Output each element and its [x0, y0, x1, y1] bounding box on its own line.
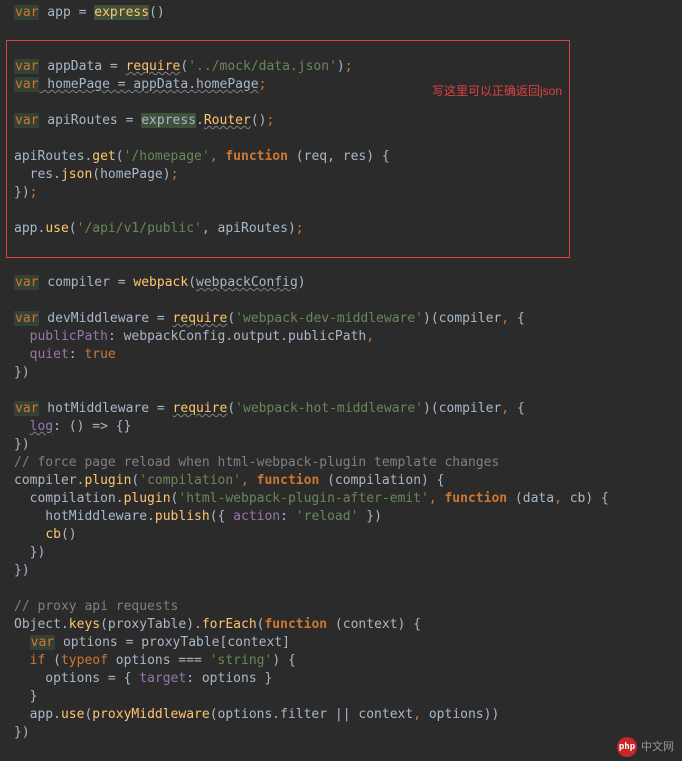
code-line [14, 22, 682, 40]
code-line: app.use(proxyMiddleware(options.filter |… [14, 706, 682, 724]
code-line: compilation.plugin('html-webpack-plugin-… [14, 490, 682, 508]
code-line: var app = express() [14, 4, 682, 22]
code-line [14, 382, 682, 400]
code-line: compiler.plugin('compilation', function … [14, 472, 682, 490]
code-line [14, 94, 682, 112]
code-line: var compiler = webpack(webpackConfig) [14, 274, 682, 292]
code-line: var homePage = appData.homePage; [14, 76, 682, 94]
code-line: }) [14, 544, 682, 562]
code-line: var hotMiddleware = require('webpack-hot… [14, 400, 682, 418]
code-line [14, 580, 682, 598]
code-line: var devMiddleware = require('webpack-dev… [14, 310, 682, 328]
code-line: cb() [14, 526, 682, 544]
code-line: var apiRoutes = express.Router(); [14, 112, 682, 130]
code-line: hotMiddleware.publish({ action: 'reload'… [14, 508, 682, 526]
code-line: apiRoutes.get('/homepage', function (req… [14, 148, 682, 166]
code-line: app.use('/api/v1/public', apiRoutes); [14, 220, 682, 238]
code-line: var options = proxyTable[context] [14, 634, 682, 652]
code-line: // force page reload when html-webpack-p… [14, 454, 682, 472]
code-line: log: () => {} [14, 418, 682, 436]
code-line: var appData = require('../mock/data.json… [14, 58, 682, 76]
code-line: }) [14, 364, 682, 382]
code-line: res.json(homePage); [14, 166, 682, 184]
code-line: // proxy api requests [14, 598, 682, 616]
code-line: } [14, 688, 682, 706]
code-line: }) [14, 436, 682, 454]
code-editor[interactable]: 写这里可以正确返回json var app = express() var ap… [0, 0, 682, 746]
code-line: options = { target: options } [14, 670, 682, 688]
code-line: if (typeof options === 'string') { [14, 652, 682, 670]
code-line [14, 40, 682, 58]
code-line: }); [14, 184, 682, 202]
code-line [14, 202, 682, 220]
code-line: Object.keys(proxyTable).forEach(function… [14, 616, 682, 634]
code-line [14, 238, 682, 256]
annotation-text: 写这里可以正确返回json [432, 82, 562, 100]
code-line: }) [14, 724, 682, 742]
code-line: quiet: true [14, 346, 682, 364]
watermark-logo: php 中文网 [617, 737, 674, 757]
code-line: }) [14, 562, 682, 580]
php-badge-icon: php [617, 737, 637, 757]
code-line [14, 292, 682, 310]
code-line [14, 130, 682, 148]
code-line [14, 256, 682, 274]
code-line: publicPath: webpackConfig.output.publicP… [14, 328, 682, 346]
